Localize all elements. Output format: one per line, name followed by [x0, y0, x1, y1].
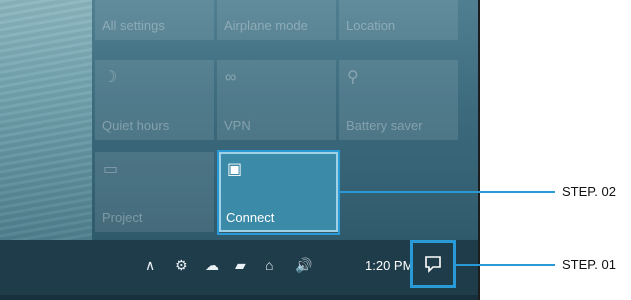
tile-label: Battery saver	[346, 118, 423, 133]
tile-vpn[interactable]: ∞ VPN	[217, 60, 336, 140]
screenshot-border	[478, 0, 480, 300]
tile-label: Airplane mode	[224, 18, 308, 33]
taskbar-clock[interactable]: 1:20 PM	[365, 258, 413, 273]
callout-line-step2	[340, 191, 555, 193]
tile-location[interactable]: Location	[339, 0, 458, 40]
tile-label: Project	[102, 210, 143, 225]
network-icon[interactable]: ⌂	[265, 258, 273, 272]
volume-icon[interactable]: 🔊	[295, 258, 312, 272]
battery-icon[interactable]: ▰	[235, 258, 246, 272]
project-icon: ▭	[103, 161, 119, 178]
tile-airplane-mode[interactable]: Airplane mode	[217, 0, 336, 40]
vpn-icon: ∞	[225, 69, 237, 86]
tile-label: All settings	[102, 18, 165, 33]
chevron-up-icon[interactable]: ∧	[145, 258, 155, 272]
action-center-button[interactable]	[410, 240, 456, 288]
step-02-label: STEP. 02	[562, 184, 616, 199]
step-01-label: STEP. 01	[562, 257, 616, 272]
connect-highlight	[217, 150, 340, 235]
tile-label: Location	[346, 18, 396, 33]
tile-label: VPN	[224, 118, 251, 133]
moon-icon: ☽	[103, 69, 118, 86]
taskbar-edge	[0, 295, 478, 300]
desktop-wallpaper	[0, 0, 92, 240]
callout-line-step1	[456, 264, 555, 266]
tile-label: Quiet hours	[102, 118, 170, 133]
tile-quiet-hours[interactable]: ☽ Quiet hours	[95, 60, 214, 140]
notification-icon	[425, 256, 441, 273]
tile-battery-saver[interactable]: ⚲ Battery saver	[339, 60, 458, 140]
battery-saver-icon: ⚲	[347, 69, 359, 86]
shield-icon[interactable]: ⚙	[175, 258, 188, 272]
tile-project[interactable]: ▭ Project	[95, 152, 214, 232]
tile-all-settings[interactable]: All settings	[95, 0, 214, 40]
cloud-icon[interactable]: ☁	[205, 258, 219, 272]
